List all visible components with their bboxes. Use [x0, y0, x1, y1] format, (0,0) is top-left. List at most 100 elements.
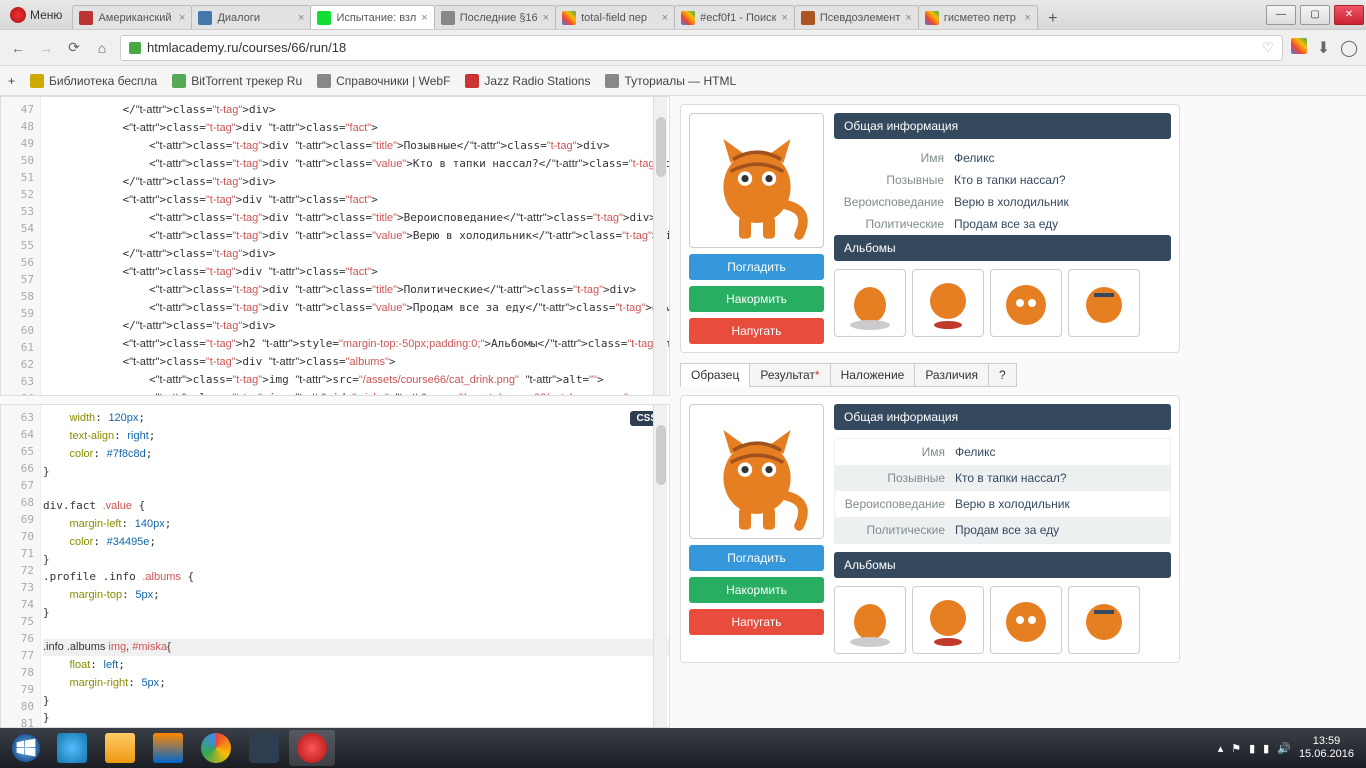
bookmark-bittorrent[interactable]: BitTorrent трекер Ru	[172, 74, 302, 88]
start-button[interactable]	[4, 730, 48, 766]
extension-icon[interactable]	[1291, 38, 1307, 54]
general-info-header: Общая информация	[834, 113, 1171, 139]
tab-recent[interactable]: Последние §16×	[434, 5, 556, 29]
tray-battery-icon[interactable]: ▮	[1249, 742, 1255, 755]
tray-up-icon[interactable]: ▴	[1218, 742, 1224, 755]
close-icon[interactable]: ×	[781, 12, 787, 24]
back-button[interactable]: ←	[8, 38, 28, 58]
workspace: 47 48 49 50 51 52 53 54 55 56 57 58 59 6…	[0, 96, 1366, 728]
tab-totalfield[interactable]: total-field пер×	[555, 5, 675, 29]
maximize-button[interactable]: ▢	[1300, 5, 1330, 25]
album-thumb[interactable]	[912, 586, 984, 654]
css-editor[interactable]: CSS 63 64 65 66 67 68 69 70 71 72 73 74 …	[0, 404, 670, 728]
album-thumb[interactable]	[1068, 269, 1140, 337]
albums-header: Альбомы	[834, 235, 1171, 261]
feed-button[interactable]: Накормить	[689, 286, 824, 312]
tray-flag-icon[interactable]: ⚑	[1231, 742, 1241, 755]
windows-logo-icon	[11, 733, 41, 763]
window-controls: — ▢ ✕	[1264, 1, 1366, 29]
html-code-body[interactable]: </"t-attr">class="t-tag">div> <"t-attr">…	[43, 97, 669, 396]
bookmarks-bar: + Библиотека беспла BitTorrent трекер Ru…	[0, 66, 1366, 96]
close-icon[interactable]: ×	[1024, 12, 1030, 24]
tab-result[interactable]: Результат*	[749, 363, 830, 387]
tab-overlay[interactable]: Наложение	[830, 363, 916, 387]
taskbar-ie[interactable]	[49, 730, 95, 766]
album-thumb[interactable]	[834, 269, 906, 337]
bookmark-library[interactable]: Библиотека беспла	[30, 74, 157, 88]
avatar	[689, 404, 824, 539]
bookmark-handbooks[interactable]: Справочники | WebF	[317, 74, 450, 88]
scare-button[interactable]: Напугать	[689, 609, 824, 635]
bookmark-heart-icon[interactable]: ♡	[1262, 40, 1274, 56]
bookmark-tutorials[interactable]: Туториалы — HTML	[605, 74, 736, 88]
bookmark-jazz[interactable]: Jazz Radio Stations	[465, 74, 590, 88]
album-thumb[interactable]	[1068, 586, 1140, 654]
scare-button[interactable]: Напугать	[689, 318, 824, 344]
profile-icon[interactable]: ◯	[1340, 38, 1358, 58]
tab-challenge[interactable]: Испытание: взл×	[310, 5, 434, 29]
opera-menu-button[interactable]: Меню	[0, 0, 72, 29]
opera-logo-icon	[10, 7, 26, 23]
tray-volume-icon[interactable]: 🔊	[1277, 742, 1291, 755]
result-tabs: Образец Результат* Наложение Различия ?	[680, 363, 1366, 387]
tab-gismeteo[interactable]: гисметео петр×	[918, 5, 1038, 29]
clock[interactable]: 13:59 15.06.2016	[1299, 735, 1354, 761]
close-icon[interactable]: ×	[905, 12, 911, 24]
html-line-gutter: 47 48 49 50 51 52 53 54 55 56 57 58 59 6…	[1, 97, 41, 396]
album-thumb[interactable]	[990, 586, 1062, 654]
url-text: htmlacademy.ru/courses/66/run/18	[147, 40, 346, 55]
scrollbar[interactable]	[653, 405, 667, 727]
close-icon[interactable]: ×	[179, 12, 185, 24]
album-thumb[interactable]	[834, 586, 906, 654]
reload-button[interactable]: ⟳	[64, 38, 84, 58]
html-editor[interactable]: 47 48 49 50 51 52 53 54 55 56 57 58 59 6…	[0, 96, 670, 396]
close-icon[interactable]: ×	[543, 12, 549, 24]
close-icon[interactable]: ×	[662, 12, 668, 24]
address-bar: ← → ⟳ ⌂ htmlacademy.ru/courses/66/run/18…	[0, 30, 1366, 66]
tab-dialogs[interactable]: Диалоги×	[191, 5, 311, 29]
taskbar-wmp[interactable]	[145, 730, 191, 766]
titlebar: Меню Американский× Диалоги× Испытание: в…	[0, 0, 1366, 30]
windows-taskbar: ▴ ⚑ ▮ ▮ 🔊 13:59 15.06.2016	[0, 728, 1366, 768]
tab-help[interactable]: ?	[988, 363, 1017, 387]
feed-button[interactable]: Накормить	[689, 577, 824, 603]
albums-header: Альбомы	[834, 552, 1171, 578]
tray-network-icon[interactable]: ▮	[1263, 742, 1269, 755]
tab-pseudo[interactable]: Псевдоэлемент×	[794, 5, 919, 29]
preview-top: Погладить Накормить Напугать Общая инфор…	[670, 96, 1366, 357]
lock-icon	[129, 42, 141, 54]
css-line-gutter: 63 64 65 66 67 68 69 70 71 72 73 74 75 7…	[1, 405, 41, 728]
close-icon[interactable]: ×	[298, 12, 304, 24]
profile-card: Погладить Накормить Напугать Общая инфор…	[680, 104, 1180, 353]
close-icon[interactable]: ×	[421, 12, 427, 24]
album-thumb[interactable]	[912, 269, 984, 337]
taskbar-chrome[interactable]	[193, 730, 239, 766]
cat-avatar-icon	[697, 412, 817, 532]
browser-tabs: Американский× Диалоги× Испытание: взл× П…	[72, 0, 1264, 29]
cat-avatar-icon	[697, 121, 817, 241]
tab-sample[interactable]: Образец	[680, 363, 750, 387]
profile-card-sample: Погладить Накормить Напугать Общая инфор…	[680, 395, 1180, 663]
add-bookmark-button[interactable]: +	[8, 74, 15, 88]
tab-diff[interactable]: Различия	[914, 363, 989, 387]
system-tray: ▴ ⚑ ▮ ▮ 🔊 13:59 15.06.2016	[1210, 735, 1362, 761]
close-window-button[interactable]: ✕	[1334, 5, 1364, 25]
pet-button[interactable]: Погладить	[689, 545, 824, 571]
taskbar-player[interactable]	[241, 730, 287, 766]
new-tab-button[interactable]: +	[1043, 9, 1063, 29]
albums-row	[834, 586, 1171, 654]
url-input[interactable]: htmlacademy.ru/courses/66/run/18 ♡	[120, 35, 1283, 61]
taskbar-opera[interactable]	[289, 730, 335, 766]
forward-button[interactable]: →	[36, 38, 56, 58]
avatar	[689, 113, 824, 248]
tab-ecf0f1[interactable]: #ecf0f1 - Поиск×	[674, 5, 795, 29]
pet-button[interactable]: Погладить	[689, 254, 824, 280]
minimize-button[interactable]: —	[1266, 5, 1296, 25]
css-code-body[interactable]: width: 120px; text-align: right; color: …	[43, 405, 669, 728]
taskbar-explorer[interactable]	[97, 730, 143, 766]
tab-american[interactable]: Американский×	[72, 5, 192, 29]
scrollbar[interactable]	[653, 97, 667, 395]
downloads-icon[interactable]: ⬇	[1317, 38, 1330, 58]
home-button[interactable]: ⌂	[92, 38, 112, 58]
album-thumb[interactable]	[990, 269, 1062, 337]
